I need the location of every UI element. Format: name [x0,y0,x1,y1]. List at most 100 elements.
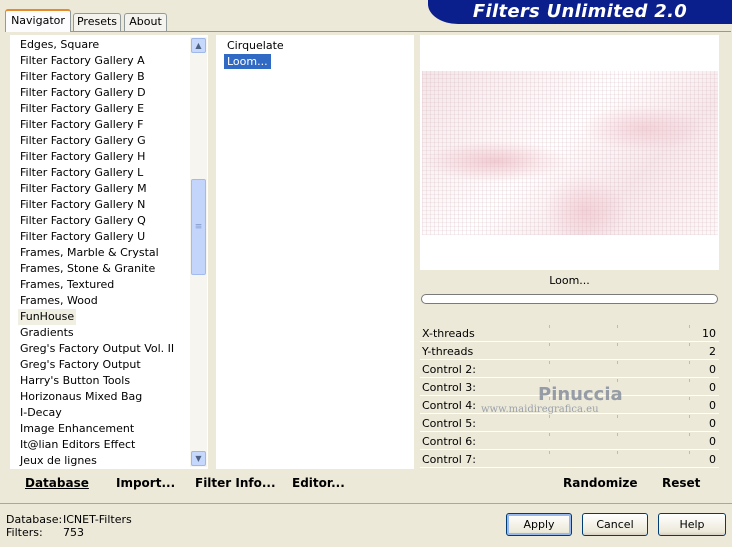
filters-count: 753 [63,526,84,539]
control-value: 0 [709,363,716,376]
slider-tick [689,433,690,436]
filter-info-button[interactable]: Filter Info... [195,476,276,490]
category-scrollbar[interactable]: ▲ ≡ ▼ [190,37,207,467]
scroll-thumb[interactable]: ≡ [191,179,206,275]
preview-image [422,71,718,235]
database-button[interactable]: Database [25,476,89,490]
category-item[interactable]: Filter Factory Gallery N [18,197,147,213]
category-item[interactable]: Horizonaus Mixed Bag [18,389,144,405]
control-value: 0 [709,417,716,430]
editor-button[interactable]: Editor... [292,476,345,490]
slider-tick [689,343,690,346]
control-label: Control 7: [422,453,476,466]
grip-icon: ≡ [194,222,203,232]
help-button[interactable]: Help [658,513,726,536]
control-row[interactable]: X-threads 10 [420,325,719,342]
category-item[interactable]: Edges, Square [18,37,101,53]
tab-navigator[interactable]: Navigator [5,9,71,32]
slider-tick [689,415,690,418]
slider-tick [549,451,550,454]
category-item[interactable]: Greg's Factory Output [18,357,143,373]
scroll-down-button[interactable]: ▼ [191,451,206,466]
slider-tick [549,325,550,328]
randomize-button[interactable]: Randomize [563,476,637,490]
import-button[interactable]: Import... [116,476,175,490]
control-label: Control 4: [422,399,476,412]
footer-divider [0,503,732,504]
category-item[interactable]: Filter Factory Gallery B [18,69,147,85]
app-title: Filters Unlimited 2.0 [472,1,688,22]
control-slider[interactable] [470,343,696,359]
slider-tick [617,325,618,328]
filter-list[interactable]: Cirquelate Loom... [216,35,414,469]
category-item[interactable]: Harry's Button Tools [18,373,132,389]
slider-tick [549,433,550,436]
slider-tick [549,343,550,346]
control-row[interactable]: Control 7: 0 [420,451,719,468]
category-item[interactable]: Jeux de lignes [18,453,99,469]
category-item[interactable]: Frames, Marble & Crystal [18,245,161,261]
category-item[interactable]: Filter Factory Gallery A [18,53,147,69]
category-item[interactable]: Filter Factory Gallery Q [18,213,148,229]
slider-tick [689,379,690,382]
left-toolbar: Database Import... Filter Info... Editor… [10,470,414,496]
control-value: 10 [702,327,716,340]
tab-presets[interactable]: Presets [73,13,121,31]
control-value: 0 [709,453,716,466]
filter-item[interactable]: Loom... [224,54,271,69]
control-slider[interactable] [470,451,696,467]
chevron-down-icon: ▼ [195,454,202,463]
control-row[interactable]: Control 6: 0 [420,433,719,450]
slider-tick [617,415,618,418]
preview-panel [420,35,719,270]
apply-button[interactable]: Apply [506,513,572,536]
control-slider[interactable] [470,325,696,341]
progress-bar [421,294,718,304]
category-item[interactable]: Gradients [18,325,76,341]
category-item[interactable]: Filter Factory Gallery G [18,133,148,149]
database-value: ICNET-Filters [63,513,132,526]
preview-filter-name: Loom... [549,274,590,287]
right-toolbar: Randomize Reset [420,470,719,496]
filter-item[interactable]: Cirquelate [224,38,287,53]
category-item[interactable]: Filter Factory Gallery E [18,101,146,117]
category-item[interactable]: Filter Factory Gallery M [18,181,149,197]
tab-about[interactable]: About [124,13,167,31]
category-item[interactable]: Frames, Stone & Granite [18,261,157,277]
reset-button[interactable]: Reset [662,476,700,490]
category-item[interactable]: Filter Factory Gallery L [18,165,145,181]
slider-tick [689,361,690,364]
category-item[interactable]: Filter Factory Gallery D [18,85,148,101]
control-value: 2 [709,345,716,358]
category-item[interactable]: Frames, Wood [18,293,100,309]
control-value: 0 [709,435,716,448]
cancel-button[interactable]: Cancel [582,513,648,536]
category-item[interactable]: I-Decay [18,405,64,421]
control-value: 0 [709,381,716,394]
slider-tick [549,361,550,364]
category-item[interactable]: Filter Factory Gallery U [18,229,147,245]
control-row[interactable]: Control 2: 0 [420,361,719,378]
category-item[interactable]: Greg's Factory Output Vol. II [18,341,176,357]
category-item[interactable]: It@lian Editors Effect [18,437,137,453]
category-item[interactable]: Frames, Textured [18,277,116,293]
category-item[interactable]: FunHouse [18,309,77,325]
category-item[interactable]: Filter Factory Gallery F [18,117,145,133]
watermark-site: www.maidiregrafica.eu [481,404,599,415]
database-label: Database: [6,513,63,526]
slider-tick [617,379,618,382]
control-slider[interactable] [470,433,696,449]
category-item[interactable]: Image Enhancement [18,421,136,437]
control-label: Control 5: [422,417,476,430]
control-value: 0 [709,399,716,412]
category-item[interactable]: Filter Factory Gallery H [18,149,147,165]
control-slider[interactable] [470,361,696,377]
control-label: Y-threads [422,345,474,358]
chevron-up-icon: ▲ [195,41,202,50]
filters-label: Filters: [6,526,43,539]
slider-tick [549,379,550,382]
control-row[interactable]: Y-threads 2 [420,343,719,360]
scroll-up-button[interactable]: ▲ [191,38,206,53]
slider-tick [689,397,690,400]
category-list[interactable]: Edges, Square Filter Factory Gallery A Fil… [10,35,208,469]
